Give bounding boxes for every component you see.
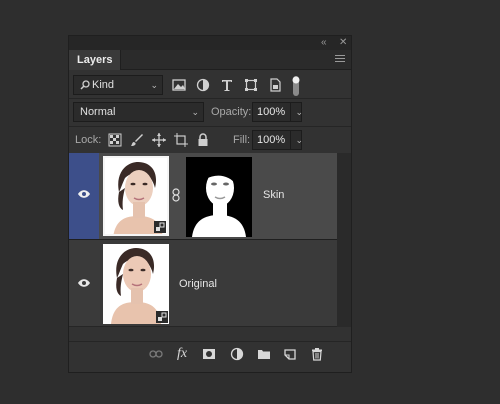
layer-name-skin[interactable]: Skin (263, 189, 284, 201)
tab-layers[interactable]: Layers (69, 50, 122, 70)
layers-bottom-toolbar: fx (69, 341, 351, 368)
lock-transparent-pixels-icon[interactable] (107, 132, 123, 148)
eye-icon[interactable] (77, 278, 91, 288)
layer-name-original[interactable]: Original (179, 278, 217, 290)
lock-all-icon[interactable] (195, 132, 211, 148)
fill-chevron-icon[interactable]: ⌄ (290, 131, 303, 149)
opacity-chevron-icon[interactable]: ⌄ (290, 103, 303, 121)
collapse-panel-button[interactable]: « (321, 37, 327, 49)
filter-toggle-icon[interactable] (291, 75, 301, 97)
mask-link-icon[interactable] (172, 188, 180, 202)
layers-list: Skin Original (69, 153, 351, 327)
visibility-toggle[interactable] (69, 153, 99, 239)
panel-titlebar: « ✕ (69, 36, 351, 50)
blend-row: Normal ⌄ Opacity: 100% ⌄ (69, 99, 351, 126)
fill-label: Fill: (233, 134, 251, 146)
blend-mode-value: Normal (80, 106, 116, 118)
layer-mask-thumbnail[interactable] (186, 157, 252, 237)
kind-filter-dropdown[interactable]: Kind ⌄ (73, 75, 163, 95)
blend-mode-dropdown[interactable]: Normal ⌄ (73, 102, 204, 122)
lock-label: Lock: (75, 134, 102, 146)
opacity-field[interactable]: 100% ⌄ (252, 102, 303, 122)
chevron-down-icon: ⌄ (150, 80, 158, 90)
shape-filter-icon[interactable] (243, 77, 259, 93)
layer-row-original[interactable]: Original (69, 240, 339, 326)
smart-object-badge-icon (156, 311, 168, 323)
image-filter-icon[interactable] (171, 77, 187, 93)
visibility-toggle[interactable] (69, 240, 99, 326)
adjustment-layer-icon[interactable] (230, 347, 244, 361)
lock-row: Lock: Fill: 100% ⌄ (69, 127, 351, 153)
kind-filter-label: Kind (92, 79, 115, 91)
layer-thumbnail[interactable] (103, 244, 169, 324)
eye-icon[interactable] (77, 189, 91, 199)
lock-artboard-icon[interactable] (173, 132, 189, 148)
panel-menu-icon[interactable] (335, 55, 345, 64)
panel-tab-row: Layers (69, 50, 351, 70)
adjustment-filter-icon[interactable] (195, 77, 211, 93)
fill-value: 100% (257, 134, 286, 146)
link-layers-icon[interactable] (149, 347, 163, 361)
opacity-value: 100% (257, 106, 286, 118)
chevron-down-icon: ⌄ (191, 107, 199, 117)
smart-object-badge-icon (154, 221, 166, 233)
layer-row-skin[interactable]: Skin (69, 153, 339, 239)
filter-row: Kind ⌄ (69, 72, 351, 98)
delete-layer-icon[interactable] (310, 347, 324, 361)
search-icon (80, 80, 90, 90)
new-group-icon[interactable] (257, 347, 271, 361)
lock-position-icon[interactable] (151, 132, 167, 148)
layer-thumbnail[interactable] (103, 156, 169, 236)
layers-scrollbar[interactable] (337, 153, 351, 327)
mask-image (186, 157, 252, 237)
fill-field[interactable]: 100% ⌄ (252, 130, 303, 150)
layers-panel: « ✕ Layers Kind ⌄ Normal ⌄ Opacity: 100%… (68, 35, 352, 373)
new-layer-icon[interactable] (283, 347, 297, 361)
add-mask-icon[interactable] (202, 347, 216, 361)
opacity-label: Opacity: (211, 106, 252, 118)
smart-object-filter-icon[interactable] (267, 77, 283, 93)
close-panel-button[interactable]: ✕ (339, 37, 347, 49)
fx-button[interactable]: fx (177, 346, 187, 362)
type-filter-icon[interactable] (219, 77, 235, 93)
lock-image-pixels-icon[interactable] (129, 132, 145, 148)
